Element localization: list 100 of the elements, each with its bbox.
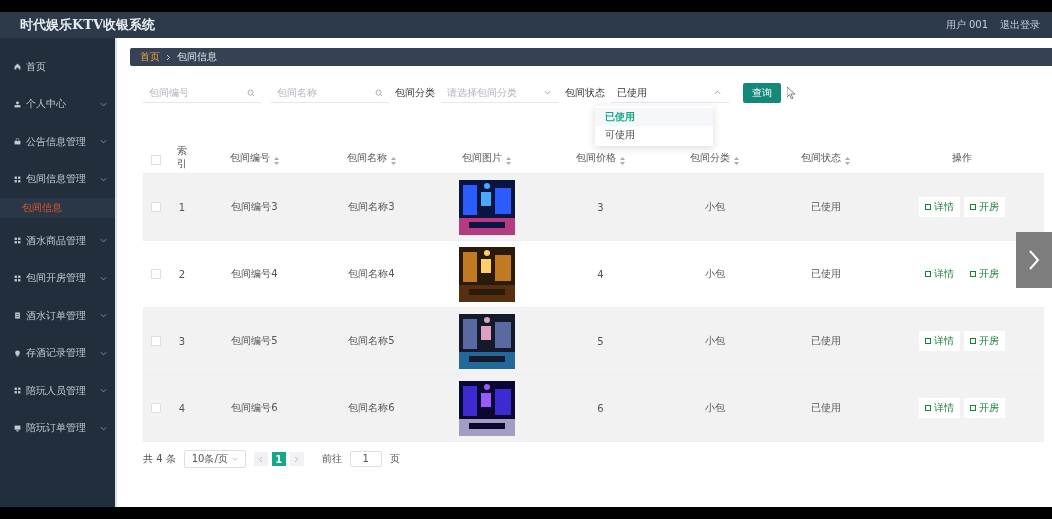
column-header: 包间图片 <box>430 140 543 173</box>
edit-icon <box>925 338 931 344</box>
sort-icon[interactable] <box>506 157 511 165</box>
field-label: 包间状态 <box>565 86 605 100</box>
table-cell-text: 已使用 <box>809 267 842 281</box>
table-cell-text: 2 <box>177 267 187 282</box>
goto-page-field[interactable]: 1 <box>349 451 382 467</box>
chevron-left-icon <box>258 455 264 463</box>
action-button[interactable]: 详情 <box>919 331 960 351</box>
sidebar-item[interactable]: 酒水商品管理 <box>0 222 115 260</box>
goto-suffix: 页 <box>389 452 400 466</box>
column-header: 索引 <box>177 144 187 171</box>
table-cell-text: 包间名称3 <box>347 200 396 214</box>
chevron-down-icon <box>231 456 238 462</box>
sidebar-item[interactable]: 酒水订单管理 <box>0 297 115 335</box>
table-cell-text: 3 <box>177 334 187 349</box>
edit-icon <box>925 405 931 411</box>
sort-icon[interactable] <box>620 157 625 165</box>
lock-icon <box>14 138 21 146</box>
table-cell-text: 1 <box>177 200 187 215</box>
document-icon <box>14 312 21 320</box>
table-cell-text: 6 <box>596 401 605 416</box>
sidebar-item[interactable]: 包间开房管理 <box>0 259 115 297</box>
bulb-icon <box>14 349 21 357</box>
chevron-up-icon <box>714 89 721 96</box>
breadcrumb-link[interactable]: 首页 <box>140 50 160 64</box>
column-header: 包间状态 <box>771 140 880 173</box>
table-cell-text: 包间编号4 <box>230 267 279 281</box>
column-header: 操作 <box>951 151 973 165</box>
action-button[interactable]: 详情 <box>919 398 960 418</box>
monitor-icon <box>14 424 21 432</box>
checkbox[interactable] <box>150 155 161 165</box>
chevron-right-icon <box>1028 249 1040 271</box>
prev-page-button[interactable] <box>253 452 268 466</box>
action-button[interactable]: 详情 <box>919 197 960 217</box>
field-label: 包间分类 <box>395 86 435 100</box>
table-cell-text: 4 <box>596 267 605 282</box>
table-cell-text: 包间名称5 <box>347 334 396 348</box>
edit-icon <box>970 204 976 210</box>
app-title: 时代娱乐KTV收银系统 <box>20 16 157 34</box>
next-slide-button[interactable] <box>1016 232 1052 288</box>
table-cell-text: 包间编号6 <box>230 401 279 415</box>
home-icon <box>14 63 21 71</box>
table-cell-text: 已使用 <box>809 334 842 348</box>
column-header: 包间名称 <box>313 140 430 173</box>
search-icon <box>375 88 383 97</box>
sort-icon[interactable] <box>845 157 850 165</box>
sidebar-item[interactable]: 包间信息管理 <box>0 160 115 198</box>
table-cell-text: 包间编号5 <box>230 334 279 348</box>
checkbox[interactable] <box>150 202 161 212</box>
table-cell-text: 包间名称6 <box>347 401 396 415</box>
table-cell-text: 已使用 <box>809 200 842 214</box>
checkbox[interactable] <box>150 269 161 279</box>
cursor-icon <box>787 87 795 99</box>
logout-link[interactable]: 退出登录 <box>1000 18 1040 32</box>
chevron-down-icon <box>100 312 107 320</box>
sort-icon[interactable] <box>391 157 396 165</box>
sidebar-item[interactable]: 陪玩人员管理 <box>0 372 115 410</box>
sidebar-item[interactable]: 存酒记录管理 <box>0 334 115 372</box>
chevron-down-icon <box>100 349 107 357</box>
page-size-select[interactable]: 10条/页 <box>183 450 246 468</box>
checkbox[interactable] <box>150 403 161 413</box>
sidebar-item[interactable]: 个人中心 <box>0 85 115 123</box>
goto-label: 前往 <box>321 452 342 466</box>
status-select[interactable]: 已使用 <box>611 83 729 103</box>
edit-icon <box>925 204 931 210</box>
table-cell-text: 小包 <box>703 334 726 348</box>
sort-icon[interactable] <box>734 157 739 165</box>
table-cell-text: 4 <box>177 401 187 416</box>
search-button[interactable]: 查询 <box>743 83 781 103</box>
dropdown-option[interactable]: 可使用 <box>595 126 713 144</box>
column-header: 包间编号 <box>196 140 313 173</box>
user-name: 用户 001 <box>945 18 988 32</box>
chevron-down-icon <box>100 100 107 108</box>
action-button[interactable]: 开房 <box>964 197 1005 217</box>
action-button[interactable]: 开房 <box>964 331 1005 351</box>
grid-icon <box>14 175 21 183</box>
table-cell-text: 小包 <box>703 401 726 415</box>
sidebar-item[interactable]: 陪玩订单管理 <box>0 409 115 447</box>
chevron-down-icon <box>100 274 107 282</box>
action-button[interactable]: 开房 <box>964 398 1005 418</box>
next-page-button[interactable] <box>289 452 304 466</box>
search-icon <box>247 88 255 97</box>
chevron-down-icon <box>100 424 107 432</box>
edit-icon <box>970 338 976 344</box>
chevron-right-icon <box>294 455 300 463</box>
breadcrumb-link[interactable]: 包间信息 <box>177 50 217 64</box>
table-cell-text: 小包 <box>703 267 726 281</box>
sort-icon[interactable] <box>274 157 279 165</box>
grid-icon <box>14 237 21 245</box>
user-icon <box>14 100 21 108</box>
table-cell-text: 小包 <box>703 200 726 214</box>
table-cell-text: 包间名称4 <box>347 267 396 281</box>
sidebar-item[interactable]: 公告信息管理 <box>0 123 115 161</box>
checkbox[interactable] <box>150 336 161 346</box>
sidebar-item[interactable]: 首页 <box>0 48 115 86</box>
chevron-down-icon <box>100 138 107 146</box>
chevron-down-icon <box>100 387 107 395</box>
chevron-right-icon <box>166 53 171 61</box>
edit-icon <box>970 271 976 277</box>
